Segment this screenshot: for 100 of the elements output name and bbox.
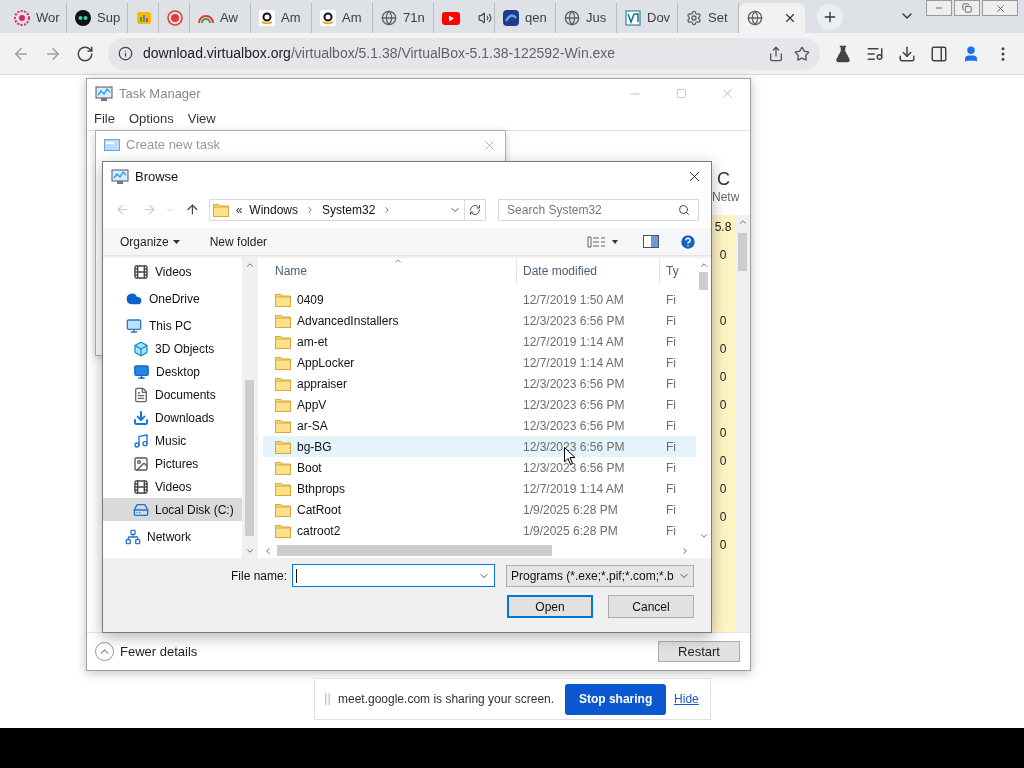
- stop-sharing-button[interactable]: Stop sharing: [565, 683, 667, 715]
- file-row[interactable]: AppV 12/3/2023 6:56 PM Fi: [263, 394, 696, 415]
- new-folder-button[interactable]: New folder: [209, 232, 268, 251]
- file-row[interactable]: Bthprops 12/7/2019 1:14 AM Fi: [263, 478, 696, 499]
- file-type-dropdown[interactable]: Programs (*.exe;*.pif;*.com;*.b: [506, 564, 694, 587]
- file-row[interactable]: AdvancedInstallers 12/3/2023 6:56 PM Fi: [263, 310, 696, 331]
- nav-item[interactable]: Music: [103, 429, 242, 452]
- bookmark-icon[interactable]: [794, 45, 810, 62]
- scroll-down-icon[interactable]: [698, 531, 709, 541]
- fewer-details-link[interactable]: Fewer details: [120, 641, 198, 662]
- nav-item[interactable]: Videos: [103, 475, 242, 498]
- file-row[interactable]: bg-BG 12/3/2023 6:56 PM Fi: [263, 436, 696, 457]
- nav-item[interactable]: Downloads: [103, 406, 242, 429]
- scroll-left-icon[interactable]: [263, 545, 273, 556]
- flask-icon[interactable]: [834, 44, 852, 63]
- file-row[interactable]: Boot 12/3/2023 6:56 PM Fi: [263, 457, 696, 478]
- cancel-button[interactable]: Cancel: [608, 595, 694, 618]
- view-options-icon[interactable]: [587, 235, 619, 248]
- download-icon: [133, 409, 149, 426]
- profile-icon[interactable]: [962, 44, 980, 63]
- record-icon: [167, 10, 183, 26]
- menu-item[interactable]: View: [187, 109, 216, 129]
- side-panel-icon[interactable]: [930, 44, 948, 63]
- column-header[interactable]: Name: [263, 258, 517, 284]
- menu-item[interactable]: Options: [128, 109, 174, 129]
- wave-icon: [503, 10, 519, 26]
- scroll-down-icon[interactable]: [244, 546, 255, 556]
- vertical-scrollbar[interactable]: [735, 215, 750, 632]
- file-row[interactable]: catroot2 1/9/2025 6:28 PM Fi: [263, 520, 696, 541]
- vertical-scrollbar[interactable]: [242, 258, 257, 558]
- download-icon[interactable]: [898, 44, 916, 63]
- breadcrumb[interactable]: Windows: [249, 200, 299, 219]
- help-icon[interactable]: [679, 232, 697, 251]
- scrollbar-thumb[interactable]: [699, 272, 708, 290]
- scroll-right-icon[interactable]: [680, 545, 690, 556]
- refresh-button[interactable]: [465, 198, 487, 221]
- restore-button[interactable]: [954, 0, 980, 16]
- plus-icon: [822, 9, 838, 25]
- hide-link[interactable]: Hide: [674, 690, 699, 708]
- minimize-button[interactable]: [926, 0, 952, 16]
- computer-icon: [125, 317, 143, 334]
- address-bar[interactable]: download.virtualbox.org/virtualbox/5.1.38/VirtualBox-5.1.38-122592-Win.exe: [108, 37, 820, 70]
- info-icon[interactable]: [118, 46, 133, 61]
- path-overflow: «: [235, 201, 243, 219]
- scroll-up-icon[interactable]: [737, 217, 748, 227]
- drive-icon: [133, 501, 149, 518]
- up-icon[interactable]: [184, 202, 200, 217]
- nav-item[interactable]: Local Disk (C:): [103, 498, 242, 521]
- table-cell: 5.8: [714, 219, 732, 235]
- back-icon[interactable]: [115, 202, 130, 217]
- organize-button[interactable]: Organize: [120, 232, 180, 251]
- close-button[interactable]: [982, 0, 1018, 16]
- network-icon: [125, 528, 141, 545]
- restart-button[interactable]: Restart: [658, 641, 740, 662]
- file-row[interactable]: AppLocker 12/7/2019 1:14 AM Fi: [263, 352, 696, 373]
- forward-icon[interactable]: [141, 202, 157, 217]
- nav-item[interactable]: Documents: [103, 383, 242, 406]
- table-cell: 0: [719, 247, 727, 263]
- document-icon: [133, 386, 149, 403]
- film-icon: [133, 263, 149, 280]
- browser-tab[interactable]: [739, 3, 805, 33]
- file-row[interactable]: CatRoot 1/9/2025 6:28 PM Fi: [263, 499, 696, 520]
- breadcrumb[interactable]: System32: [322, 200, 376, 219]
- nav-item[interactable]: Network: [103, 525, 242, 548]
- eyes-icon: [75, 10, 91, 26]
- logo-icon: [625, 10, 641, 26]
- scrollbar-thumb[interactable]: [738, 233, 747, 271]
- file-row[interactable]: 0409 12/7/2019 1:50 AM Fi: [263, 289, 696, 310]
- address-field[interactable]: « Windows System32: [208, 198, 466, 221]
- new-tab-button[interactable]: [817, 4, 843, 30]
- column-header[interactable]: Ty: [660, 258, 679, 284]
- scrollbar-thumb[interactable]: [277, 545, 552, 556]
- scrollbar-thumb[interactable]: [245, 380, 254, 536]
- maximize-icon[interactable]: [676, 88, 687, 99]
- file-row[interactable]: ar-SA 12/3/2023 6:56 PM Fi: [263, 415, 696, 436]
- dialog-title: Browse: [135, 167, 179, 186]
- scroll-up-icon[interactable]: [244, 260, 255, 270]
- close-icon[interactable]: [783, 11, 797, 25]
- nav-item[interactable]: Desktop: [103, 360, 242, 383]
- globe-icon: [381, 10, 397, 26]
- column-heading: C: [717, 169, 731, 189]
- column-header[interactable]: Date modified: [517, 258, 660, 284]
- nav-item[interactable]: Videos: [103, 260, 242, 283]
- preview-pane-icon[interactable]: [643, 235, 659, 248]
- folder-icon: [275, 355, 291, 370]
- nav-item[interactable]: This PC: [103, 314, 242, 337]
- nav-item[interactable]: 3D Objects: [103, 337, 242, 360]
- reload-icon[interactable]: [76, 44, 94, 63]
- scroll-up-icon[interactable]: [698, 260, 709, 270]
- file-name-field[interactable]: [292, 564, 495, 587]
- nav-item[interactable]: OneDrive: [103, 287, 242, 310]
- folder-icon: [275, 460, 291, 475]
- share-icon[interactable]: [768, 45, 784, 62]
- table-cell: 0: [719, 537, 727, 553]
- globe-icon: [747, 10, 763, 26]
- nav-item[interactable]: Pictures: [103, 452, 242, 475]
- file-row[interactable]: am-et 12/7/2019 1:14 AM Fi: [263, 331, 696, 352]
- open-button[interactable]: Open: [507, 595, 593, 618]
- menu-item[interactable]: File: [94, 109, 115, 129]
- file-row[interactable]: appraiser 12/3/2023 6:56 PM Fi: [263, 373, 696, 394]
